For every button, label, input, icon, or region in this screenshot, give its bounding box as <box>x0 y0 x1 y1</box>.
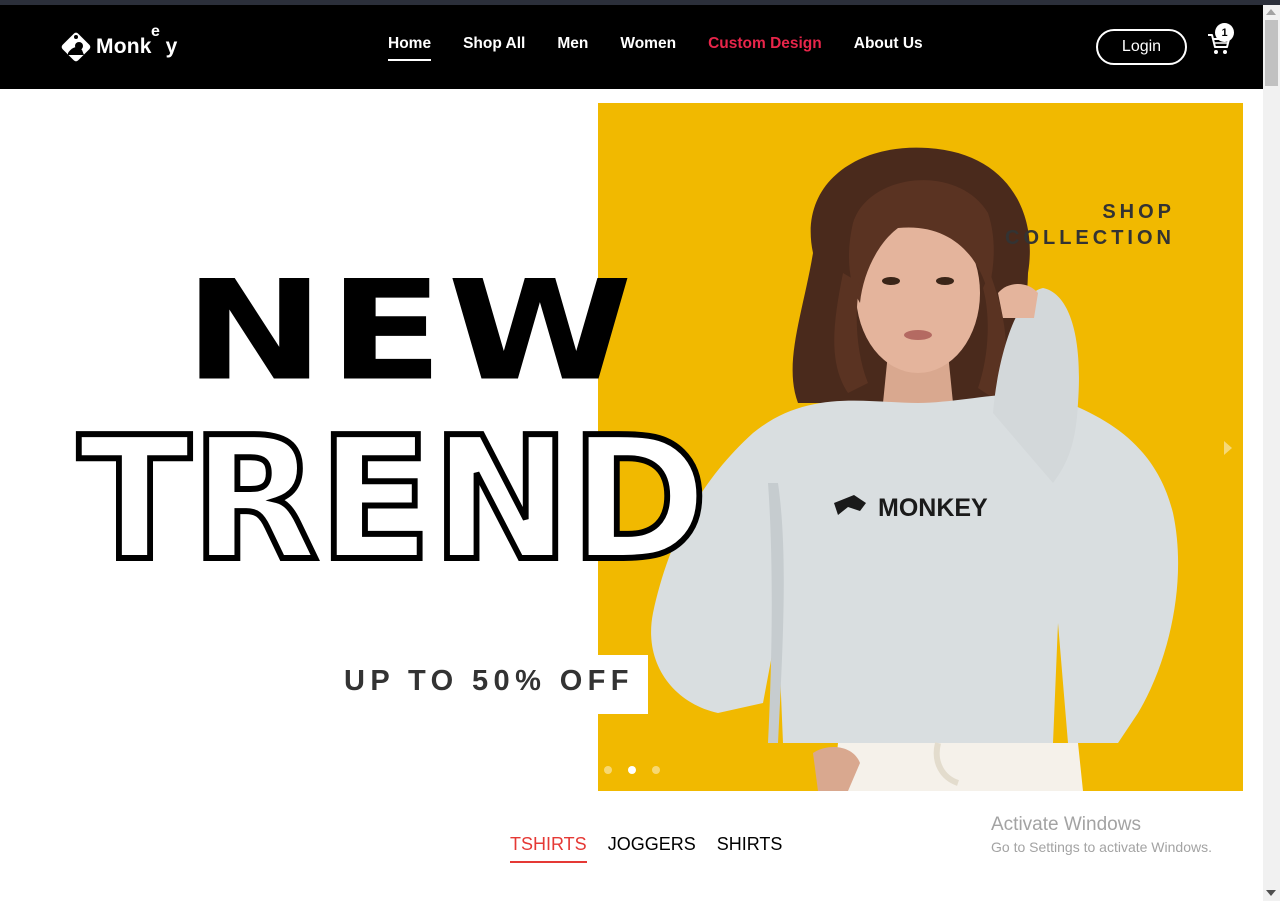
tab-shirts[interactable]: SHIRTS <box>717 834 783 863</box>
carousel-dot-1[interactable] <box>604 766 612 774</box>
cart-count-badge: 1 <box>1215 23 1234 42</box>
headline-new: NEW <box>184 250 637 412</box>
tab-joggers[interactable]: JOGGERS <box>608 834 696 863</box>
offer-text: UP TO 50% OFF <box>344 665 634 697</box>
nav-women[interactable]: Women <box>620 35 676 61</box>
collection-text: COLLECTION <box>1005 227 1175 249</box>
shirt-brand-text: MONKEY <box>878 494 988 522</box>
tag-monkey-icon <box>61 32 91 62</box>
nav-shop-all[interactable]: Shop All <box>463 35 525 61</box>
tab-tshirts[interactable]: TSHIRTS <box>510 834 587 863</box>
scroll-down-arrow-icon[interactable] <box>1266 890 1276 896</box>
nav-about-us[interactable]: About Us <box>854 35 923 61</box>
page-scrollbar[interactable] <box>1263 5 1280 901</box>
carousel-dot-2[interactable] <box>628 766 636 774</box>
brand-e-letter: e <box>151 23 161 40</box>
watermark-subtitle: Go to Settings to activate Windows. <box>991 839 1212 855</box>
scroll-up-arrow-icon[interactable] <box>1266 9 1276 15</box>
brand-logo[interactable]: Monk y e <box>58 23 178 65</box>
scrollbar-thumb[interactable] <box>1265 20 1278 86</box>
nav-home[interactable]: Home <box>388 35 432 61</box>
nav-custom-design[interactable]: Custom Design <box>708 35 822 61</box>
shop-collection-label[interactable]: SHOP COLLECTION <box>1000 199 1175 251</box>
headline-trend: TREND <box>75 418 711 568</box>
main-nav: Home Shop All Men Women Custom Design Ab… <box>388 35 955 61</box>
nav-men[interactable]: Men <box>557 35 588 61</box>
category-tabs: TSHIRTS JOGGERS SHIRTS <box>510 834 803 863</box>
carousel-dots <box>604 766 676 774</box>
watermark-title: Activate Windows <box>991 814 1141 835</box>
navbar: Monk y e Home Shop All Men Women Custom De… <box>0 5 1263 89</box>
shop-text: SHOP <box>1102 201 1175 223</box>
windows-activation-watermark: Activate Windows Go to Settings to activ… <box>991 814 1212 855</box>
login-button[interactable]: Login <box>1096 29 1187 65</box>
carousel-next-arrow-icon[interactable] <box>1224 441 1232 455</box>
carousel-dot-3[interactable] <box>652 766 660 774</box>
headline-trend-text: TREND <box>78 418 708 568</box>
brand-name: Monk y e <box>96 23 178 58</box>
